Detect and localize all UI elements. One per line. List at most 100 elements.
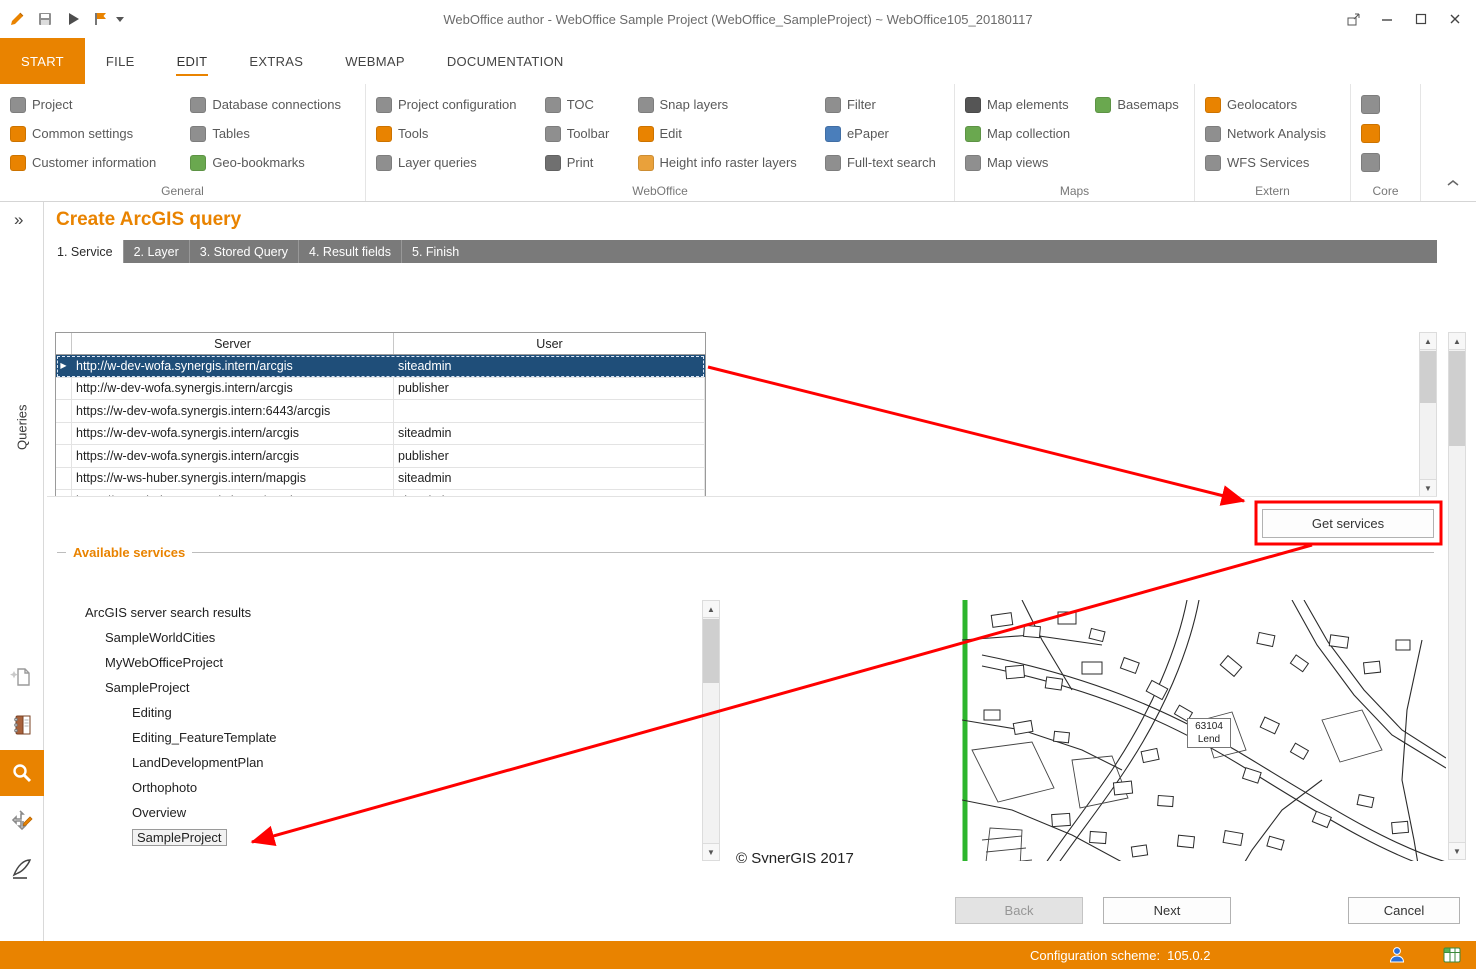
- scrollbar-thumb[interactable]: [703, 619, 719, 683]
- epaper-icon: [825, 126, 841, 142]
- ribbon-item[interactable]: Geo-bookmarks: [190, 155, 355, 171]
- notebook-icon[interactable]: [0, 702, 44, 748]
- popout-icon[interactable]: [1338, 6, 1368, 32]
- wizard-step[interactable]: 5. Finish: [401, 240, 469, 263]
- tab-webmap[interactable]: WEBMAP: [324, 38, 426, 84]
- ribbon-item[interactable]: TOC: [545, 97, 618, 113]
- table-row[interactable]: https://w-dev-wofa.synergis.intern:6443/…: [56, 400, 705, 423]
- dropdown-caret-icon[interactable]: [116, 17, 124, 22]
- print-icon: [545, 155, 561, 171]
- column-header-server[interactable]: Server: [72, 333, 394, 354]
- user-cell: [394, 400, 705, 422]
- pencil-icon[interactable]: [6, 8, 28, 30]
- wizard-step[interactable]: 3. Stored Query: [189, 240, 298, 263]
- tab-edit[interactable]: EDIT: [156, 38, 229, 84]
- ribbon-item[interactable]: Print: [545, 155, 618, 171]
- ribbon-item[interactable]: Full-text search: [825, 155, 944, 171]
- tree-item[interactable]: ArcGIS server search results: [60, 600, 690, 625]
- scroll-up-icon[interactable]: ▲: [703, 601, 719, 618]
- tab-file[interactable]: FILE: [85, 38, 156, 84]
- scroll-down-icon[interactable]: ▼: [703, 843, 719, 860]
- ribbon-item[interactable]: Project: [10, 97, 170, 113]
- table-row[interactable]: http://w-dev-wofa.synergis.intern/arcgis…: [56, 378, 705, 401]
- ribbon-item[interactable]: Network Analysis: [1205, 126, 1340, 142]
- tab-documentation[interactable]: DOCUMENTATION: [426, 38, 585, 84]
- tab-extras[interactable]: EXTRAS: [228, 38, 324, 84]
- server-cell: https://w-ws-huber.synergis.intern/mapgi…: [72, 468, 394, 490]
- table-row[interactable]: https://w-dev-wofa.synergis.intern/arcgi…: [56, 445, 705, 468]
- minimize-icon[interactable]: [1372, 6, 1402, 32]
- ribbon-item[interactable]: Geolocators: [1205, 97, 1340, 113]
- scrollbar-thumb[interactable]: [1420, 351, 1436, 403]
- wizard-step[interactable]: 2. Layer: [123, 240, 189, 263]
- tree-item[interactable]: SampleProject: [60, 825, 690, 850]
- ribbon-item[interactable]: WFS Services: [1205, 155, 1340, 171]
- ribbon-item[interactable]: [1361, 153, 1410, 172]
- back-button[interactable]: Back: [955, 897, 1083, 924]
- tree-scrollbar[interactable]: ▲ ▼: [702, 600, 720, 861]
- scroll-down-icon[interactable]: ▼: [1420, 479, 1436, 496]
- page-scrollbar[interactable]: ▲ ▼: [1448, 332, 1466, 860]
- ribbon-item[interactable]: ePaper: [825, 126, 944, 142]
- ribbon-item[interactable]: Map collection: [965, 126, 1075, 142]
- ribbon-item[interactable]: [1361, 124, 1410, 143]
- scrollbar-thumb[interactable]: [1449, 351, 1465, 446]
- tree-item[interactable]: Overview: [60, 800, 690, 825]
- move-edit-icon[interactable]: [0, 798, 44, 844]
- map-preview: 63104 Lend: [962, 600, 1446, 861]
- ribbon-item[interactable]: Basemaps: [1095, 97, 1184, 113]
- tree-item[interactable]: SampleWorldCities: [60, 625, 690, 650]
- tree-item[interactable]: MyWebOfficeProject: [60, 650, 690, 675]
- next-button[interactable]: Next: [1103, 897, 1231, 924]
- ribbon-item[interactable]: Snap layers: [638, 97, 805, 113]
- close-icon[interactable]: [1440, 6, 1470, 32]
- ribbon-group-label: General: [0, 184, 365, 198]
- network-analysis-icon: [1205, 126, 1221, 142]
- tree-item[interactable]: Editing_FeatureTemplate: [60, 725, 690, 750]
- ribbon-item[interactable]: Tables: [190, 126, 355, 142]
- table-scrollbar[interactable]: ▲ ▼: [1419, 332, 1437, 497]
- ribbon-item[interactable]: Edit: [638, 126, 805, 142]
- table-status-icon[interactable]: [1441, 944, 1462, 965]
- ribbon-item[interactable]: Database connections: [190, 97, 355, 113]
- tree-item[interactable]: LandDevelopmentPlan: [60, 750, 690, 775]
- row-marker-header[interactable]: [56, 333, 72, 354]
- ribbon-item[interactable]: Customer information: [10, 155, 170, 171]
- tree-item[interactable]: SampleProject: [60, 675, 690, 700]
- table-row[interactable]: https://w-dev-wofa.synergis.intern/arcgi…: [56, 423, 705, 446]
- collapse-ribbon-button[interactable]: [1442, 175, 1464, 191]
- scroll-up-icon[interactable]: ▲: [1449, 333, 1465, 350]
- ribbon-item[interactable]: Filter: [825, 97, 944, 113]
- run-icon[interactable]: [62, 8, 84, 30]
- ribbon-item[interactable]: [1361, 95, 1410, 114]
- ribbon-item[interactable]: Map views: [965, 155, 1075, 171]
- new-item-icon[interactable]: [0, 654, 44, 700]
- table-row[interactable]: http://w-dev-wofa.synergis.intern/arcgis…: [56, 355, 705, 378]
- table-row[interactable]: https://w-ws-huber.synergis.intern/mapgi…: [56, 468, 705, 491]
- cancel-button[interactable]: Cancel: [1348, 897, 1460, 924]
- flag-icon[interactable]: [90, 8, 112, 30]
- wizard-step[interactable]: 1. Service: [47, 240, 123, 263]
- expand-panel-button[interactable]: »: [14, 210, 23, 230]
- wizard-step[interactable]: 4. Result fields: [298, 240, 401, 263]
- signature-icon[interactable]: [0, 846, 44, 892]
- scroll-down-icon[interactable]: ▼: [1449, 842, 1465, 859]
- scroll-up-icon[interactable]: ▲: [1420, 333, 1436, 350]
- ribbon-item[interactable]: Height info raster layers: [638, 155, 805, 171]
- ribbon-item[interactable]: Toolbar: [545, 126, 618, 142]
- maximize-icon[interactable]: [1406, 6, 1436, 32]
- ribbon-item[interactable]: Common settings: [10, 126, 170, 142]
- ribbon-item[interactable]: Layer queries: [376, 155, 525, 171]
- user-status-icon[interactable]: [1386, 944, 1407, 965]
- save-icon[interactable]: [34, 8, 56, 30]
- column-header-user[interactable]: User: [394, 333, 705, 354]
- search-icon[interactable]: [0, 750, 44, 796]
- ribbon-item[interactable]: Project configuration: [376, 97, 525, 113]
- ribbon-item[interactable]: Map elements: [965, 97, 1075, 113]
- tree-item[interactable]: Editing: [60, 700, 690, 725]
- tree-item[interactable]: Orthophoto: [60, 775, 690, 800]
- ribbon-item[interactable]: Tools: [376, 126, 525, 142]
- database-connections-icon: [190, 97, 206, 113]
- tab-start[interactable]: START: [0, 38, 85, 84]
- get-services-button[interactable]: Get services: [1262, 509, 1434, 538]
